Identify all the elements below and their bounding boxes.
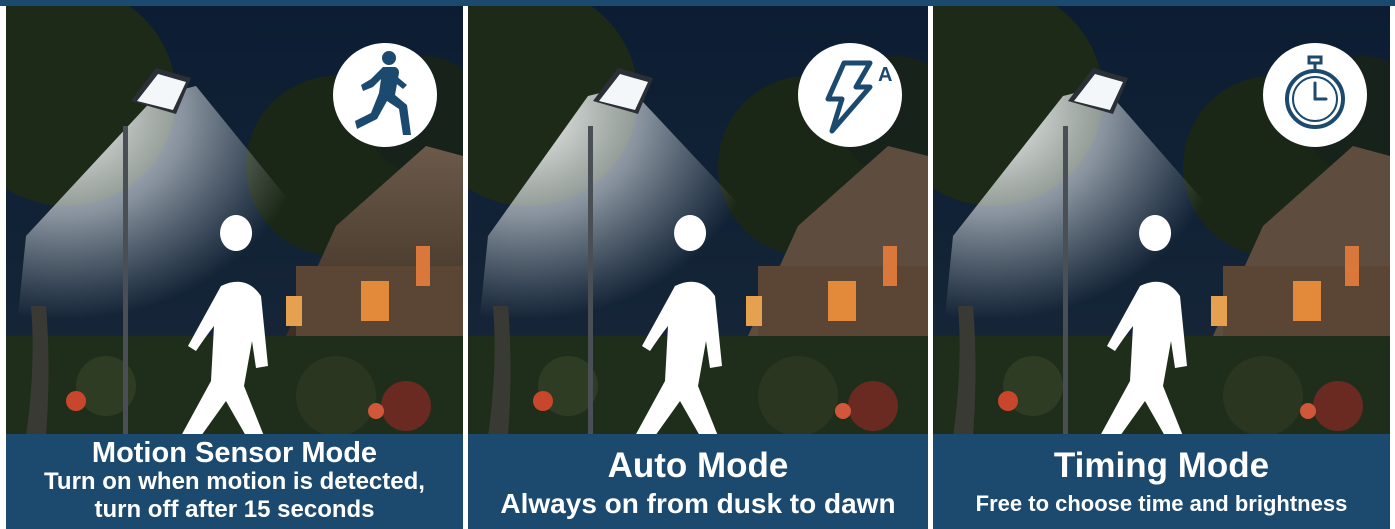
timing-mode-caption: Timing Mode Free to choose time and brig… xyxy=(933,434,1390,529)
motion-sensor-panel: Motion Sensor Mode Turn on when motion i… xyxy=(6,6,463,529)
auto-mode-badge: A xyxy=(798,43,902,147)
running-person-icon xyxy=(355,51,411,135)
panel-title: Timing Mode xyxy=(1053,446,1270,485)
timing-mode-panel: Timing Mode Free to choose time and brig… xyxy=(933,6,1390,529)
auto-letter: A xyxy=(878,64,892,86)
auto-lightning-icon: A xyxy=(825,60,892,134)
motion-mode-caption: Motion Sensor Mode Turn on when motion i… xyxy=(6,434,463,529)
auto-mode-panel: A Auto Mode Always on from dusk to dawn xyxy=(468,6,928,529)
stopwatch-icon xyxy=(1285,55,1345,129)
light-modes-banner: Motion Sensor Mode Turn on when motion i… xyxy=(0,0,1395,529)
auto-mode-caption: Auto Mode Always on from dusk to dawn xyxy=(468,434,928,529)
panel-title: Motion Sensor Mode xyxy=(91,437,378,469)
panel-description-line1: Turn on when motion is detected, xyxy=(44,468,425,495)
motion-mode-badge xyxy=(333,43,437,147)
panel-description-line1: Free to choose time and brightness xyxy=(975,491,1348,516)
timing-mode-badge xyxy=(1263,43,1367,147)
panel-title: Auto Mode xyxy=(607,446,789,485)
panel-description-line2: turn off after 15 seconds xyxy=(94,496,375,523)
panel-description-line1: Always on from dusk to dawn xyxy=(500,488,896,519)
